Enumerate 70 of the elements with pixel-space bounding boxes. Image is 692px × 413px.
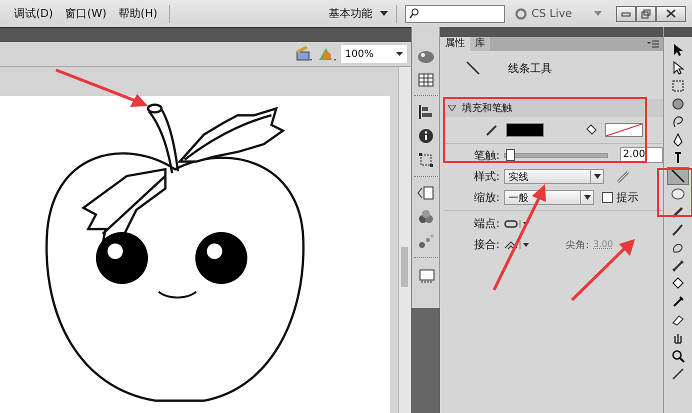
menu-item[interactable]: 帮助(H) bbox=[114, 6, 162, 21]
join-label: 接合: bbox=[474, 237, 500, 252]
eraser-icon bbox=[671, 313, 685, 327]
subselect-icon bbox=[671, 61, 685, 75]
search-field[interactable] bbox=[405, 4, 506, 22]
hint-label: 提示 bbox=[616, 190, 639, 205]
bucket-icon bbox=[671, 277, 685, 291]
workspace-menu[interactable]: 基本功能 bbox=[324, 6, 376, 21]
close-icon bbox=[666, 9, 676, 18]
dots-icon[interactable] bbox=[418, 233, 434, 249]
stroke-color-swatch[interactable] bbox=[506, 123, 544, 137]
vertical-scrollbar[interactable] bbox=[398, 67, 411, 413]
panel-tab[interactable]: 库 bbox=[470, 37, 490, 51]
search-icon bbox=[409, 8, 420, 19]
pen-icon bbox=[671, 133, 685, 147]
info-icon[interactable] bbox=[418, 128, 434, 144]
cs-live-label[interactable]: CS Live bbox=[531, 7, 572, 20]
scale-label: 缩放: bbox=[474, 190, 500, 205]
highlight-frame bbox=[657, 168, 692, 217]
pencil-icon[interactable] bbox=[616, 170, 630, 184]
stroke-slider-thumb[interactable] bbox=[506, 148, 515, 160]
arrow-icon bbox=[671, 43, 685, 57]
tool-name: 线条工具 bbox=[508, 60, 552, 76]
panel-tab[interactable]: 属性 bbox=[440, 37, 470, 51]
menu-item[interactable]: 调试(D) bbox=[10, 6, 58, 21]
sphere-icon bbox=[671, 97, 685, 111]
close-button[interactable] bbox=[656, 6, 686, 22]
restore-icon bbox=[641, 8, 651, 18]
clapperboard-icon[interactable] bbox=[295, 46, 313, 62]
line-icon bbox=[671, 169, 685, 183]
miter-label: 尖角: bbox=[566, 238, 590, 252]
transform-icon[interactable] bbox=[418, 152, 434, 168]
style-dropdown[interactable]: 实线 bbox=[504, 169, 604, 184]
zoom-icon bbox=[671, 349, 685, 363]
caret-icon bbox=[580, 191, 593, 204]
restore-button[interactable] bbox=[636, 6, 656, 22]
grid-icon[interactable] bbox=[418, 73, 434, 87]
palette-icon[interactable] bbox=[416, 49, 434, 65]
transform-icon bbox=[671, 79, 685, 93]
minimize-button[interactable] bbox=[616, 6, 636, 22]
paint-bucket-icon bbox=[585, 124, 597, 136]
no-fill-swatch[interactable] bbox=[605, 123, 643, 137]
join-dropdown-icon[interactable] bbox=[504, 240, 530, 250]
cs-live-icon bbox=[515, 8, 528, 20]
triangle-icon bbox=[448, 105, 456, 111]
stroke-label: 笔触: bbox=[474, 148, 500, 162]
menu-item[interactable]: 窗口(W) bbox=[61, 6, 111, 21]
section-header[interactable]: 填充和笔触 bbox=[444, 99, 663, 117]
caret-icon bbox=[396, 52, 403, 56]
cap-label: 端点: bbox=[474, 216, 500, 231]
code-icon[interactable] bbox=[416, 185, 434, 201]
components-icon[interactable] bbox=[418, 209, 434, 225]
line-icon bbox=[466, 61, 480, 75]
style-label: 样式: bbox=[474, 169, 500, 184]
bone-icon bbox=[671, 259, 685, 273]
pencil-icon bbox=[671, 205, 685, 219]
stroke-icon bbox=[671, 367, 685, 381]
panel-menu-icon[interactable] bbox=[647, 40, 659, 48]
caret-icon[interactable] bbox=[380, 11, 388, 16]
hint-checkbox[interactable] bbox=[602, 192, 613, 203]
lasso-icon bbox=[671, 115, 685, 129]
align-icon[interactable] bbox=[418, 104, 434, 120]
pencil-icon bbox=[486, 124, 498, 136]
minimize-icon bbox=[621, 10, 631, 16]
eyedropper-icon bbox=[671, 295, 685, 309]
brush-icon bbox=[671, 223, 685, 237]
zoom-field[interactable]: 100% bbox=[341, 45, 407, 63]
scale-dropdown[interactable]: 一般 bbox=[504, 190, 594, 205]
oval-icon bbox=[671, 187, 685, 201]
caret-icon bbox=[590, 170, 603, 183]
